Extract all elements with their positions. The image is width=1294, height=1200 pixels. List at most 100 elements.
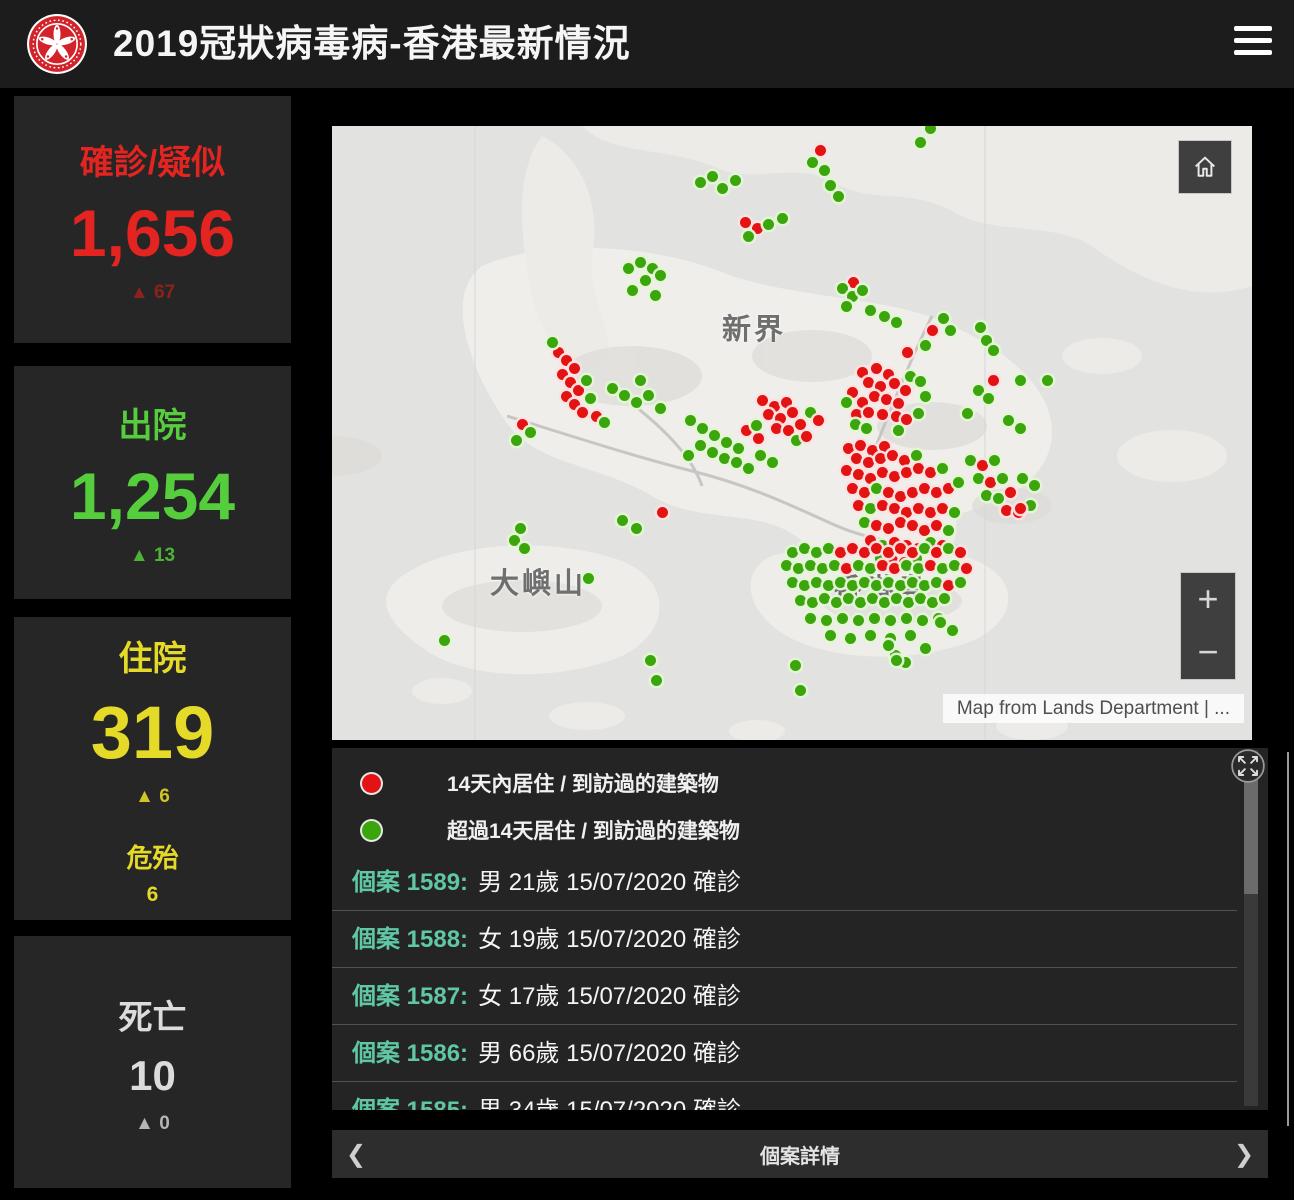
case-building-marker-recent[interactable] xyxy=(841,465,852,476)
case-building-marker-recent[interactable] xyxy=(900,385,911,396)
case-building-marker-past[interactable] xyxy=(893,425,904,436)
case-building-marker-past[interactable] xyxy=(919,543,930,554)
case-building-marker-recent[interactable] xyxy=(815,145,826,156)
case-building-marker-past[interactable] xyxy=(997,473,1008,484)
case-building-marker-past[interactable] xyxy=(607,383,618,394)
case-building-marker-recent[interactable] xyxy=(881,394,892,405)
case-building-marker-past[interactable] xyxy=(743,231,754,242)
case-building-marker-recent[interactable] xyxy=(889,471,900,482)
case-building-marker-recent[interactable] xyxy=(925,507,936,518)
case-building-marker-past[interactable] xyxy=(825,630,836,641)
case-building-marker-past[interactable] xyxy=(962,408,973,419)
case-building-marker-recent[interactable] xyxy=(857,397,868,408)
case-building-marker-recent[interactable] xyxy=(859,487,870,498)
case-building-marker-recent[interactable] xyxy=(851,409,862,420)
case-building-marker-recent[interactable] xyxy=(889,563,900,574)
case-building-marker-past[interactable] xyxy=(975,322,986,333)
case-building-marker-recent[interactable] xyxy=(573,385,584,396)
case-building-marker-past[interactable] xyxy=(650,290,661,301)
case-building-marker-past[interactable] xyxy=(949,507,960,518)
case-building-marker-recent[interactable] xyxy=(931,547,942,558)
case-building-marker-past[interactable] xyxy=(841,397,852,408)
case-building-marker-recent[interactable] xyxy=(961,563,972,574)
case-building-marker-past[interactable] xyxy=(981,335,992,346)
case-building-marker-recent[interactable] xyxy=(977,460,988,471)
case-building-marker-past[interactable] xyxy=(915,593,926,604)
case-building-marker-past[interactable] xyxy=(973,385,984,396)
case-row[interactable]: 個案 1589:男 21歲 15/07/2020 確診 xyxy=(332,854,1237,911)
case-building-marker-past[interactable] xyxy=(859,577,870,588)
case-building-marker-past[interactable] xyxy=(1042,375,1053,386)
case-building-marker-past[interactable] xyxy=(871,580,882,591)
case-building-marker-past[interactable] xyxy=(945,325,956,336)
case-building-marker-past[interactable] xyxy=(825,180,836,191)
case-building-marker-past[interactable] xyxy=(947,625,958,636)
case-building-marker-recent[interactable] xyxy=(925,560,936,571)
case-building-marker-past[interactable] xyxy=(837,613,848,624)
case-building-marker-recent[interactable] xyxy=(875,381,886,392)
case-building-marker-past[interactable] xyxy=(439,635,450,646)
case-building-marker-recent[interactable] xyxy=(875,453,886,464)
case-building-marker-past[interactable] xyxy=(795,685,806,696)
case-building-marker-past[interactable] xyxy=(905,630,916,641)
case-building-marker-recent[interactable] xyxy=(740,217,751,228)
case-building-marker-past[interactable] xyxy=(640,275,651,286)
case-building-marker-recent[interactable] xyxy=(783,425,794,436)
case-building-marker-past[interactable] xyxy=(901,560,912,571)
map-home-button[interactable] xyxy=(1178,140,1232,194)
case-building-marker-recent[interactable] xyxy=(843,443,854,454)
case-building-marker-past[interactable] xyxy=(943,543,954,554)
prev-tab-arrow[interactable]: ❮ xyxy=(332,1140,380,1169)
case-building-marker-recent[interactable] xyxy=(907,487,918,498)
case-building-marker-past[interactable] xyxy=(937,463,948,474)
case-building-marker-recent[interactable] xyxy=(863,407,874,418)
case-building-marker-past[interactable] xyxy=(709,430,720,441)
case-building-marker-past[interactable] xyxy=(913,563,924,574)
case-building-marker-past[interactable] xyxy=(777,213,788,224)
case-building-marker-past[interactable] xyxy=(631,523,642,534)
case-building-marker-recent[interactable] xyxy=(879,441,890,452)
case-row[interactable]: 個案 1588:女 19歲 15/07/2020 確診 xyxy=(332,911,1237,968)
case-building-marker-past[interactable] xyxy=(651,675,662,686)
case-building-marker-past[interactable] xyxy=(949,560,960,571)
case-building-marker-past[interactable] xyxy=(857,285,868,296)
case-building-marker-recent[interactable] xyxy=(985,477,996,488)
case-building-marker-recent[interactable] xyxy=(955,547,966,558)
case-building-marker-past[interactable] xyxy=(623,263,634,274)
case-building-marker-past[interactable] xyxy=(981,490,992,501)
case-building-marker-past[interactable] xyxy=(943,525,954,536)
case-building-marker-recent[interactable] xyxy=(1001,505,1012,516)
case-building-marker-recent[interactable] xyxy=(895,491,906,502)
case-building-marker-recent[interactable] xyxy=(887,450,898,461)
case-building-marker-past[interactable] xyxy=(515,523,526,534)
case-building-marker-past[interactable] xyxy=(988,345,999,356)
case-building-marker-past[interactable] xyxy=(793,563,804,574)
case-building-marker-past[interactable] xyxy=(853,615,864,626)
case-building-marker-recent[interactable] xyxy=(781,397,792,408)
case-building-marker-past[interactable] xyxy=(583,573,594,584)
case-building-marker-past[interactable] xyxy=(511,435,522,446)
case-building-marker-recent[interactable] xyxy=(899,455,910,466)
case-building-marker-recent[interactable] xyxy=(883,487,894,498)
case-building-marker-past[interactable] xyxy=(853,560,864,571)
case-building-marker-past[interactable] xyxy=(751,420,762,431)
case-building-marker-recent[interactable] xyxy=(913,463,924,474)
zoom-out-button[interactable]: − xyxy=(1181,626,1235,679)
case-building-marker-past[interactable] xyxy=(791,435,802,446)
case-building-marker-past[interactable] xyxy=(823,580,834,591)
case-building-marker-past[interactable] xyxy=(717,183,728,194)
case-building-marker-past[interactable] xyxy=(821,615,832,626)
case-building-marker-recent[interactable] xyxy=(847,387,858,398)
case-building-marker-recent[interactable] xyxy=(863,457,874,468)
case-building-marker-recent[interactable] xyxy=(988,375,999,386)
case-building-marker-past[interactable] xyxy=(965,455,976,466)
case-building-marker-past[interactable] xyxy=(920,391,931,402)
case-building-marker-recent[interactable] xyxy=(895,517,906,528)
case-building-marker-recent[interactable] xyxy=(869,391,880,402)
case-building-marker-recent[interactable] xyxy=(891,411,902,422)
case-building-marker-recent[interactable] xyxy=(907,520,918,531)
case-building-marker-recent[interactable] xyxy=(847,543,858,554)
case-building-marker-past[interactable] xyxy=(953,477,964,488)
case-building-marker-recent[interactable] xyxy=(853,500,864,511)
case-building-marker-past[interactable] xyxy=(937,563,948,574)
